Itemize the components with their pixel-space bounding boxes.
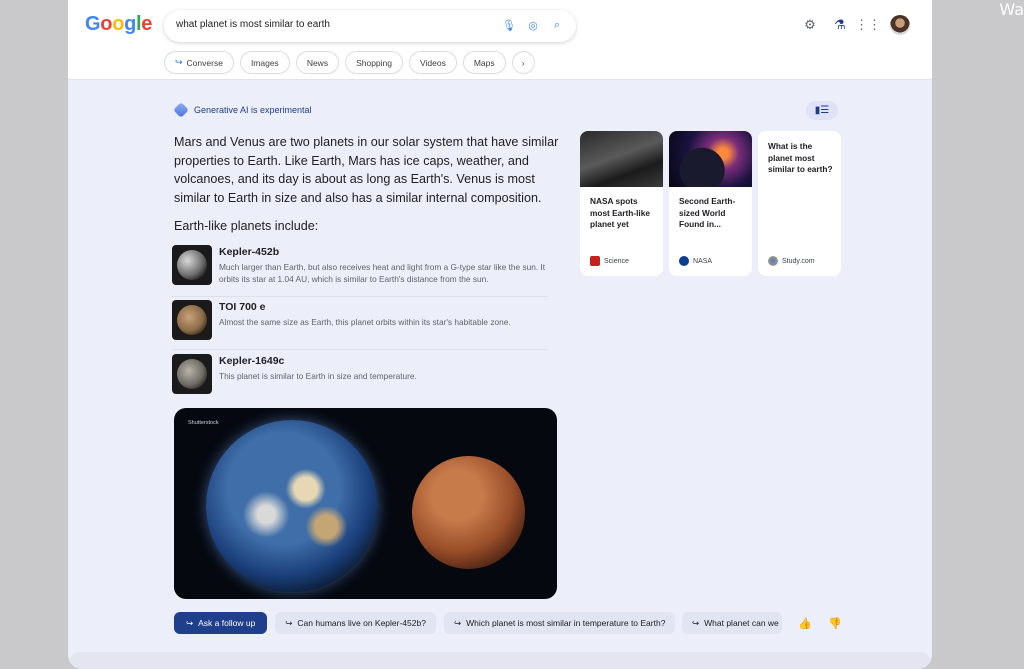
planet-thumbnail	[172, 300, 212, 340]
science-logo-icon	[590, 256, 600, 266]
planets-subheading: Earth-like planets include:	[174, 219, 319, 233]
tab-maps[interactable]: Maps	[462, 51, 506, 74]
generative-ai-icon	[173, 102, 189, 118]
thumbs-down-icon[interactable]: 👎	[826, 614, 844, 632]
corner-overlay-text: Wa	[999, 0, 1024, 19]
nasa-logo-icon	[679, 256, 689, 266]
reply-arrow-icon: ↪	[453, 617, 462, 628]
list-item[interactable]: Kepler-1649c This planet is similar to E…	[172, 354, 548, 400]
source-card[interactable]: Second Earth-sized World Found in... NAS…	[669, 131, 752, 276]
list-item[interactable]: TOI 700 e Almost the same size as Earth,…	[172, 300, 548, 346]
layout-toggle-button[interactable]: ▮☰	[806, 101, 838, 120]
follow-up-bar: ↪ Ask a follow up ↪ Can humans live on Kep…	[174, 612, 676, 634]
card-title: NASA spots most Earth-like planet yet	[590, 196, 650, 229]
tab-converse[interactable]: ↪ Converse	[164, 51, 234, 74]
planet-name: Kepler-452b	[219, 246, 280, 258]
divider	[172, 296, 548, 297]
search-tabs: ↪ Converse Images News Shopping Videos Ma…	[164, 51, 535, 75]
card-source: Science	[590, 256, 629, 266]
planet-thumbnail	[172, 245, 212, 285]
planet-name: TOI 700 e	[219, 301, 266, 313]
planet-description: This planet is similar to Earth in size …	[219, 371, 417, 381]
search-page: Google what planet is most similar to ea…	[68, 0, 932, 669]
source-card[interactable]: NASA spots most Earth-like planet yet Sc…	[580, 131, 663, 276]
mars-image	[412, 456, 525, 569]
study-com-logo-icon	[768, 256, 778, 266]
card-image	[669, 131, 752, 187]
apps-grid-icon[interactable]: ⋮⋮	[855, 17, 881, 33]
ask-follow-up-button[interactable]: ↪ Ask a follow up	[174, 612, 268, 634]
google-logo[interactable]: Google	[85, 13, 152, 36]
layout-icon: ▮☰	[814, 105, 830, 116]
card-image	[580, 131, 663, 187]
converse-arrow-icon: ↪	[175, 57, 183, 67]
divider	[172, 349, 548, 350]
bottom-panel	[68, 652, 932, 669]
list-item[interactable]: Kepler-452b Much larger than Earth, but …	[172, 245, 548, 291]
planet-name: Kepler-1649c	[219, 355, 285, 367]
search-icon[interactable]: ⌕	[550, 18, 564, 32]
source-card[interactable]: What is the planet most similar to earth…	[758, 131, 841, 276]
avatar[interactable]	[890, 15, 910, 35]
chevron-right-icon[interactable]: ›	[511, 51, 535, 74]
card-title: What is the planet most similar to earth…	[768, 141, 833, 174]
image-credit: Shutterstock	[188, 420, 219, 426]
tab-news[interactable]: News	[295, 51, 340, 74]
planet-thumbnail	[172, 354, 212, 394]
source-cards: NASA spots most Earth-like planet yet Sc…	[580, 131, 841, 276]
reply-arrow-icon: ↪	[186, 617, 194, 628]
tab-videos[interactable]: Videos	[409, 51, 457, 74]
planet-description: Much larger than Earth, but also receive…	[219, 262, 546, 284]
card-title: Second Earth-sized World Found in...	[679, 196, 736, 229]
earth-mars-image[interactable]: Shutterstock	[174, 408, 557, 599]
reply-arrow-icon: ↪	[692, 617, 700, 628]
reply-arrow-icon: ↪	[285, 617, 293, 628]
gear-icon[interactable]: ⚙	[802, 17, 818, 33]
planet-description: Almost the same size as Earth, this plan…	[219, 317, 511, 327]
follow-up-chip[interactable]: ↪ Which planet is most similar in tempera…	[443, 612, 676, 634]
search-input[interactable]: what planet is most similar to earth	[176, 19, 330, 30]
thumbs-up-icon[interactable]: 👍	[796, 614, 814, 632]
follow-up-chip-clipped[interactable]: ↪ What planet can we	[682, 612, 782, 634]
ai-summary: Mars and Venus are two planets in our so…	[174, 135, 559, 205]
ai-experimental-label: Generative AI is experimental	[173, 102, 312, 118]
card-source: NASA	[679, 256, 712, 266]
earth-image	[206, 420, 378, 592]
tab-images[interactable]: Images	[239, 51, 290, 74]
tab-shopping[interactable]: Shopping	[345, 51, 403, 74]
camera-lens-icon[interactable]: ◎	[526, 18, 540, 32]
card-source: Study.com	[768, 256, 815, 266]
search-box[interactable]: what planet is most similar to earth 🎙 ◎…	[164, 10, 576, 42]
search-header: Google what planet is most similar to ea…	[68, 0, 932, 80]
follow-up-chip[interactable]: ↪ Can humans live on Kepler-452b?	[275, 612, 436, 634]
flask-icon[interactable]: ⚗	[832, 17, 848, 33]
microphone-icon[interactable]: 🎙	[502, 18, 516, 32]
